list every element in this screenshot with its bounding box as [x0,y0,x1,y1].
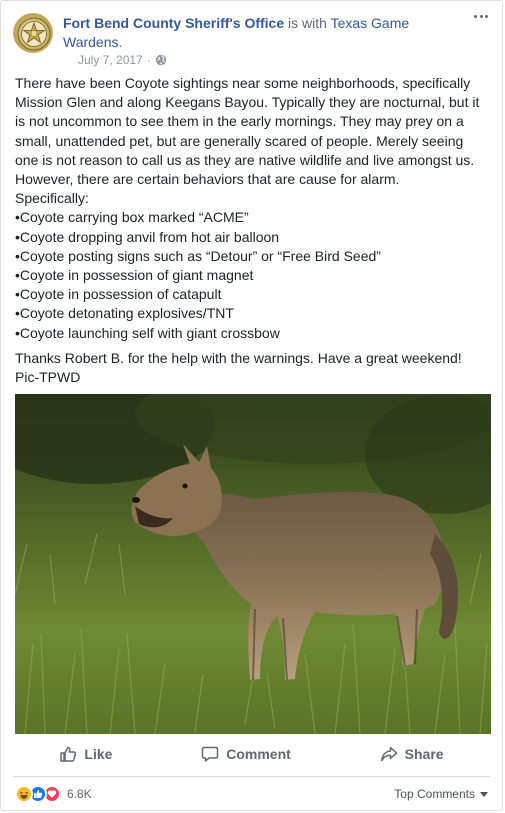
post-card: Fort Bend County Sheriff's Office is wit… [0,0,503,811]
meta-separator: · [146,53,151,67]
post-date[interactable]: July 7, 2017 [78,53,143,67]
list-item: Coyote in possession of catapult [15,285,488,304]
like-thumb-icon [34,790,43,798]
like-label: Like [84,746,113,762]
post-actions: Like Comment Share [15,738,488,770]
heart-icon [47,790,57,798]
share-label: Share [404,746,444,762]
comment-label: Comment [226,746,291,762]
thumbs-up-icon [60,746,77,762]
list-item: Coyote detonating explosives/TNT [15,304,488,323]
behavior-list: Coyote carrying box marked “ACME” Coyote… [15,208,488,342]
specifically-label: Specifically: [15,190,89,207]
post-footer: 6.8K Top Comments [15,783,488,805]
with-text: is with [284,15,331,31]
ellipsis-icon-dot [485,15,488,18]
post-thanks: Thanks Robert B. for the help with the w… [15,349,462,386]
more-options-button[interactable] [474,15,488,21]
footer-divider [13,776,490,777]
ellipsis-icon-dot [479,15,483,18]
post-body: There have been Coyote sightings near so… [15,74,488,387]
list-item: Coyote launching self with giant crossbo… [15,324,488,343]
speech-bubble-icon [202,746,219,762]
ellipsis-icon-dot [474,15,477,18]
share-button[interactable]: Share [380,745,444,763]
reaction-count[interactable]: 6.8K [67,787,92,801]
share-arrow-icon [380,746,397,762]
like-button[interactable]: Like [59,745,112,763]
comment-button[interactable]: Comment [201,745,291,763]
post-header-text: Fort Bend County Sheriff's Office is wit… [63,14,464,52]
list-item: Coyote posting signs such as “Detour” or… [15,247,488,266]
reactions-summary[interactable]: 6.8K [15,785,92,803]
list-item: Coyote dropping anvil from hot air ballo… [15,228,488,247]
haha-face-icon [20,791,28,799]
top-comments-dropdown[interactable]: Top Comments [394,787,488,801]
avatar[interactable] [13,13,53,53]
with-end: . [118,34,123,50]
list-item: Coyote carrying box marked “ACME” [15,208,488,227]
globe-icon[interactable] [155,54,167,66]
coyote-photo [15,394,491,734]
post-meta: July 7, 2017 · [78,53,167,67]
chevron-down-icon [480,791,488,797]
post-photo[interactable] [15,394,491,734]
author-link[interactable]: Fort Bend County Sheriff's Office [63,15,284,31]
post-intro: There have been Coyote sightings near so… [15,75,480,188]
list-item: Coyote in possession of giant magnet [15,266,488,285]
top-comments-label: Top Comments [394,787,475,801]
sheriff-star-icon [17,17,51,51]
haha-icon [15,785,33,803]
